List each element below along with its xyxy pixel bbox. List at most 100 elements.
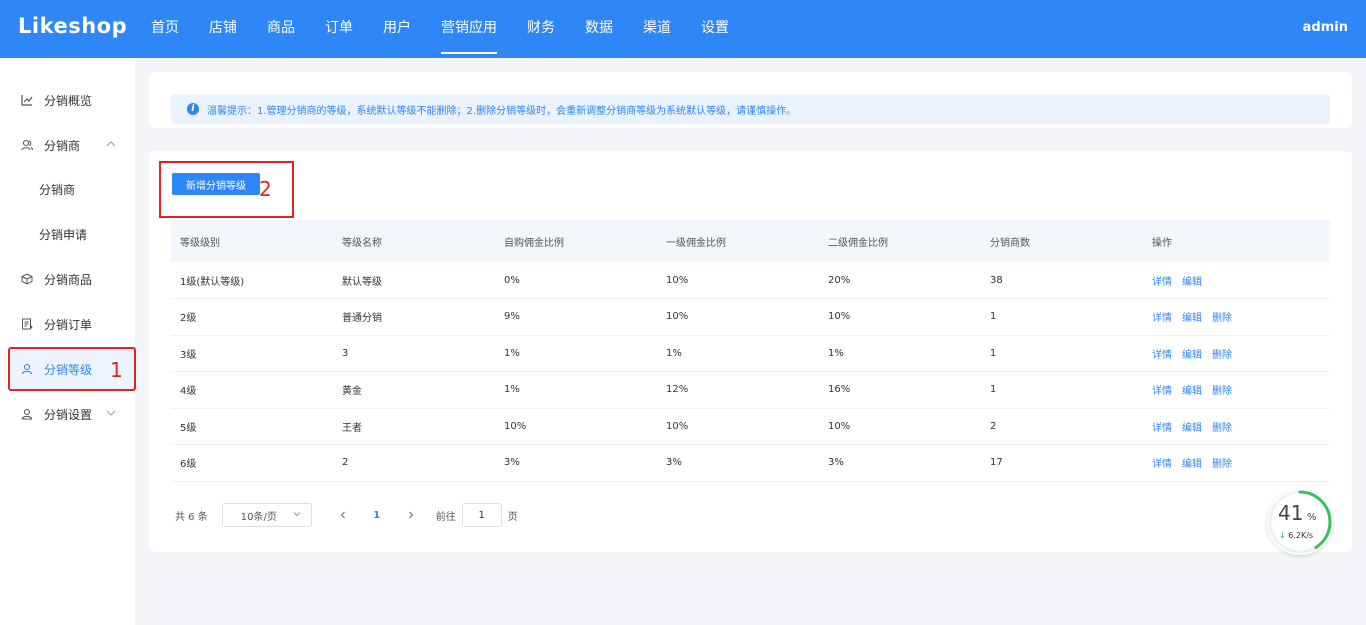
cell-first-commission: 3% bbox=[657, 444, 819, 482]
sidebar-item-settings[interactable]: 分销设置 bbox=[10, 392, 135, 436]
cell-self-commission: 9% bbox=[495, 298, 657, 336]
detail-link[interactable]: 详情 bbox=[1152, 386, 1172, 397]
nav-item-marketing[interactable]: 营销应用 bbox=[426, 0, 512, 58]
sidebar-item-orders[interactable]: 分销订单 bbox=[10, 302, 135, 346]
delete-link[interactable]: 删除 bbox=[1212, 386, 1232, 397]
sidebar-item-label: 分销商 bbox=[39, 182, 76, 197]
table-row: 3级 3 1% 1% 1% 1 详情 编辑 删除 bbox=[171, 335, 1330, 372]
nav-item-finance[interactable]: 财务 bbox=[512, 0, 570, 58]
sidebar-item-overview[interactable]: 分销概览 bbox=[10, 78, 135, 122]
cell-self-commission: 3% bbox=[495, 444, 657, 482]
column-header: 操作 bbox=[1143, 220, 1330, 262]
box-icon bbox=[20, 272, 34, 286]
tip-text: 温馨提示：1.管理分销商的等级，系统默认等级不能删除；2.删除分销等级时，会重新… bbox=[207, 105, 797, 117]
user-menu[interactable]: admin bbox=[1303, 20, 1348, 35]
table-row: 6级 2 3% 3% 3% 17 详情 编辑 删除 bbox=[171, 444, 1330, 482]
edit-link[interactable]: 编辑 bbox=[1182, 423, 1202, 434]
page-size-select[interactable]: 10条/页 bbox=[221, 503, 312, 527]
goto-page-input[interactable] bbox=[461, 503, 502, 527]
speed-value: 6.2K/s bbox=[1288, 531, 1314, 540]
goto-label: 前往 bbox=[435, 511, 456, 523]
levels-card: 新增分销等级 2 等级级别 等级名称 自购佣金比例 一级佣金比例 二级佣金比例 … bbox=[149, 151, 1352, 552]
network-speed-widget[interactable]: 41 % ↓ 6.2K/s bbox=[1267, 489, 1333, 555]
sidebar-item-distributors[interactable]: 分销商 bbox=[10, 123, 135, 167]
sidebar-item-label: 分销商品 bbox=[44, 272, 93, 287]
edit-link[interactable]: 编辑 bbox=[1182, 350, 1202, 361]
nav-item-users[interactable]: 用户 bbox=[368, 0, 426, 58]
cell-distributor-count: 1 bbox=[981, 298, 1143, 336]
edit-link[interactable]: 编辑 bbox=[1182, 386, 1202, 397]
edit-link[interactable]: 编辑 bbox=[1182, 459, 1202, 470]
nav-item-data[interactable]: 数据 bbox=[570, 0, 628, 58]
delete-link[interactable]: 删除 bbox=[1212, 350, 1232, 361]
detail-link[interactable]: 详情 bbox=[1152, 459, 1172, 470]
delete-link[interactable]: 删除 bbox=[1212, 423, 1232, 434]
annotation-box-2: 新增分销等级 2 bbox=[159, 161, 294, 218]
detail-link[interactable]: 详情 bbox=[1152, 277, 1172, 288]
column-header: 分销商数 bbox=[981, 220, 1143, 262]
cell-self-commission: 1% bbox=[495, 371, 657, 409]
percent-sign: % bbox=[1307, 512, 1317, 523]
pagination-total: 共 6 条 bbox=[175, 511, 208, 523]
nav-item-orders[interactable]: 订单 bbox=[310, 0, 368, 58]
pagination: 共 6 条 10条/页 1 前往 页 bbox=[175, 503, 518, 527]
cell-second-commission: 10% bbox=[819, 408, 981, 445]
chevron-left-icon bbox=[340, 511, 345, 519]
column-header: 自购佣金比例 bbox=[495, 220, 657, 262]
next-page-button[interactable] bbox=[394, 503, 428, 527]
cell-distributor-count: 38 bbox=[981, 262, 1143, 299]
nav-item-settings[interactable]: 设置 bbox=[686, 0, 744, 58]
nav-item-channels[interactable]: 渠道 bbox=[628, 0, 686, 58]
nav-item-goods[interactable]: 商品 bbox=[252, 0, 310, 58]
sidebar-item-distributor-list[interactable]: 分销商 bbox=[10, 167, 135, 211]
sidebar-item-levels[interactable]: 分销等级 1 bbox=[8, 347, 136, 391]
order-icon bbox=[20, 317, 34, 331]
annotation-number-1: 1 bbox=[110, 358, 123, 382]
cell-level: 2级 bbox=[171, 298, 333, 336]
nav-item-shop[interactable]: 店铺 bbox=[194, 0, 252, 58]
page-unit-label: 页 bbox=[507, 511, 518, 523]
delete-link[interactable]: 删除 bbox=[1212, 459, 1232, 470]
cell-actions: 详情 编辑 删除 bbox=[1143, 444, 1330, 482]
nav-item-home[interactable]: 首页 bbox=[136, 0, 194, 58]
cell-first-commission: 12% bbox=[657, 371, 819, 409]
cell-actions: 详情 编辑 bbox=[1143, 262, 1330, 299]
cell-distributor-count: 1 bbox=[981, 335, 1143, 372]
edit-link[interactable]: 编辑 bbox=[1182, 313, 1202, 324]
table-row: 1级(默认等级) 默认等级 0% 10% 20% 38 详情 编辑 bbox=[171, 262, 1330, 299]
edit-link[interactable]: 编辑 bbox=[1182, 277, 1202, 288]
column-header: 等级名称 bbox=[333, 220, 495, 262]
detail-link[interactable]: 详情 bbox=[1152, 350, 1172, 361]
cell-self-commission: 0% bbox=[495, 262, 657, 299]
logo[interactable]: Likeshop bbox=[18, 14, 127, 38]
detail-link[interactable]: 详情 bbox=[1152, 313, 1172, 324]
add-level-button[interactable]: 新增分销等级 bbox=[172, 173, 260, 195]
detail-link[interactable]: 详情 bbox=[1152, 423, 1172, 434]
sidebar-item-label: 分销设置 bbox=[44, 407, 93, 422]
cell-level: 4级 bbox=[171, 371, 333, 409]
speed-readout: ↓ 6.2K/s bbox=[1279, 531, 1313, 540]
levels-table: 等级级别 等级名称 自购佣金比例 一级佣金比例 二级佣金比例 分销商数 操作 1… bbox=[171, 220, 1330, 482]
cell-distributor-count: 1 bbox=[981, 371, 1143, 409]
column-header: 等级级别 bbox=[171, 220, 333, 262]
cell-name: 2 bbox=[333, 444, 495, 482]
prev-page-button[interactable] bbox=[326, 503, 360, 527]
sidebar-item-applications[interactable]: 分销申请 bbox=[10, 212, 135, 256]
table-row: 5级 王者 10% 10% 10% 2 详情 编辑 删除 bbox=[171, 408, 1330, 445]
sidebar-item-label: 分销等级 bbox=[44, 362, 93, 377]
tip-banner: i 温馨提示：1.管理分销商的等级，系统默认等级不能删除；2.删除分销等级时，会… bbox=[171, 94, 1330, 124]
cell-actions: 详情 编辑 删除 bbox=[1143, 408, 1330, 445]
cell-level: 5级 bbox=[171, 408, 333, 445]
table-header-row: 等级级别 等级名称 自购佣金比例 一级佣金比例 二级佣金比例 分销商数 操作 bbox=[171, 220, 1330, 262]
delete-link[interactable]: 删除 bbox=[1212, 313, 1232, 324]
page-number-current[interactable]: 1 bbox=[360, 503, 394, 527]
sidebar-item-goods[interactable]: 分销商品 bbox=[10, 257, 135, 301]
page-size-value: 10条/页 bbox=[240, 511, 277, 523]
cell-distributor-count: 2 bbox=[981, 408, 1143, 445]
info-icon: i bbox=[187, 103, 199, 115]
cell-second-commission: 10% bbox=[819, 298, 981, 336]
column-header: 一级佣金比例 bbox=[657, 220, 819, 262]
cell-actions: 详情 编辑 删除 bbox=[1143, 298, 1330, 336]
table-row: 2级 普通分销 9% 10% 10% 1 详情 编辑 删除 bbox=[171, 298, 1330, 336]
cell-first-commission: 10% bbox=[657, 262, 819, 299]
